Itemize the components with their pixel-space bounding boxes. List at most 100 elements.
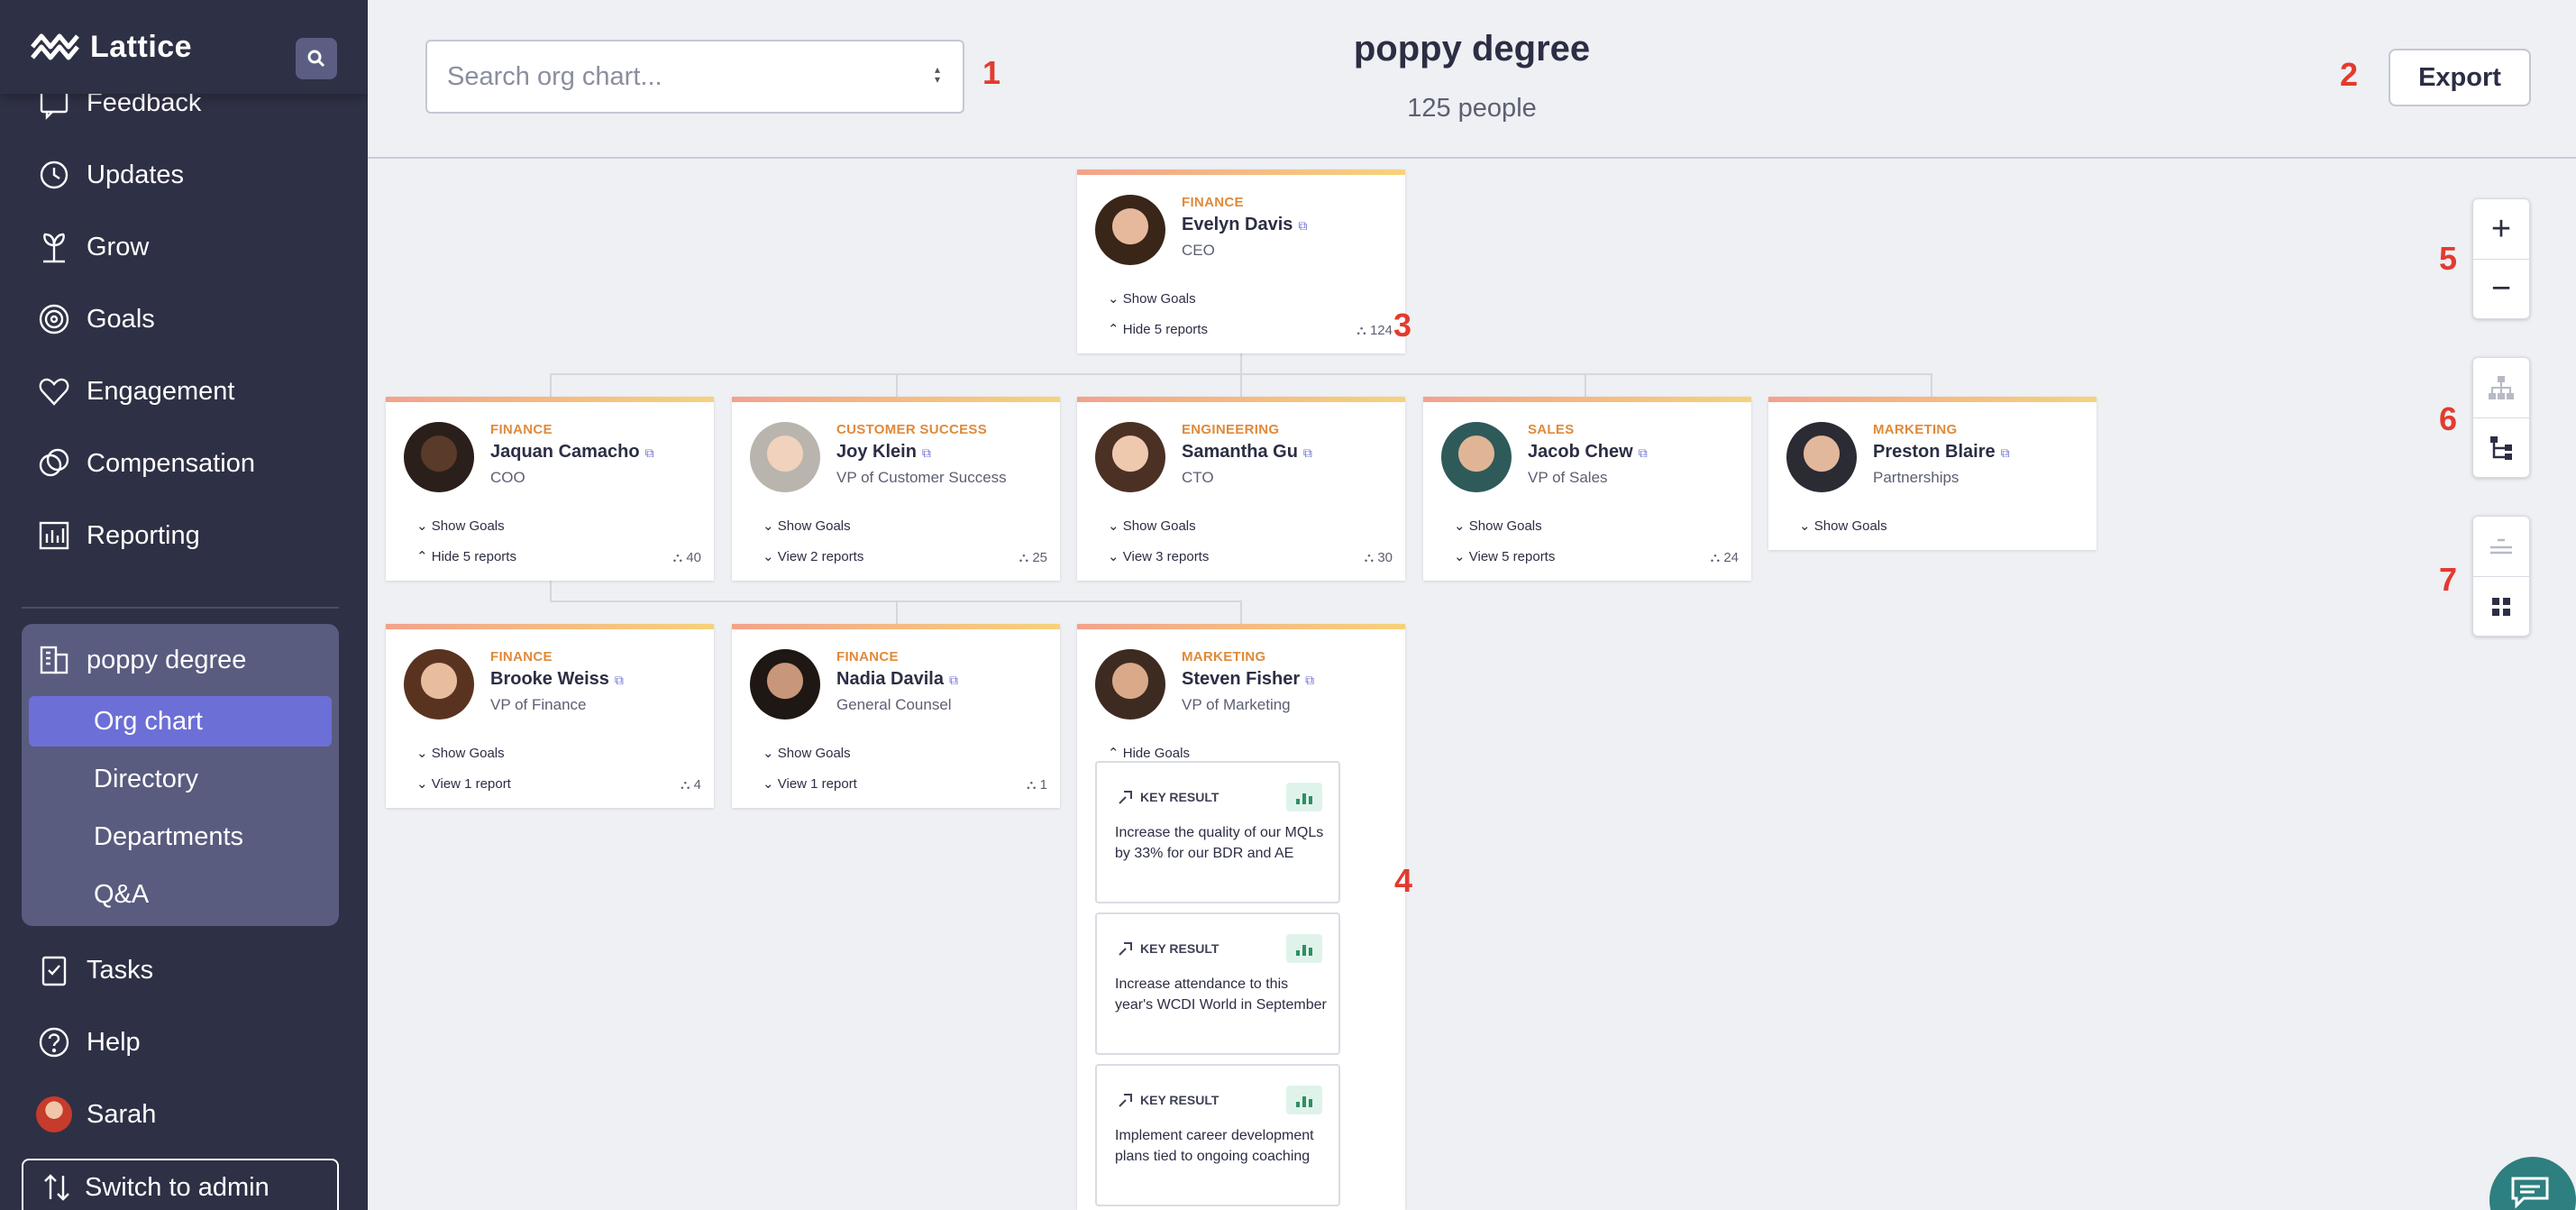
key-result-card[interactable]: KEY RESULT Implement career development …: [1095, 1064, 1340, 1206]
external-link-icon: ⧉: [614, 673, 624, 687]
reports-toggle[interactable]: ⌄ View 3 reports: [1108, 548, 1209, 564]
external-link-icon: ⧉: [1302, 445, 1312, 460]
person-card-jaquan-camacho[interactable]: FINANCE Jaquan Camacho ⧉ COO ⌄ Show Goals…: [386, 397, 714, 581]
show-goals-toggle[interactable]: ⌄ Show Goals: [1108, 290, 1196, 307]
sidebar-item-departments[interactable]: Departments: [29, 811, 332, 862]
sidebar-search-button[interactable]: [296, 38, 337, 79]
external-link-icon: ⧉: [1638, 445, 1648, 460]
lattice-logo-icon: [31, 33, 79, 60]
person-name[interactable]: Nadia Davila ⧉: [836, 669, 958, 690]
org-icon: ⛬: [680, 777, 690, 793]
reports-toggle[interactable]: ⌄ View 1 report: [763, 775, 857, 792]
page-header: Search org chart... 1 poppy degree 125 p…: [368, 0, 2576, 159]
report-count-value: 30: [1377, 550, 1393, 565]
sidebar-item-updates[interactable]: Updates: [36, 150, 184, 200]
sidebar-group-label: poppy degree: [87, 645, 247, 674]
person-name[interactable]: Jacob Chew ⧉: [1528, 442, 1648, 463]
department-label: CUSTOMER SUCCESS: [836, 422, 988, 437]
key-result-card[interactable]: KEY RESULT Increase attendance to this y…: [1095, 912, 1340, 1055]
person-name[interactable]: Brooke Weiss ⧉: [490, 669, 624, 690]
tree-layout-button[interactable]: [2473, 358, 2529, 417]
sidebar-item-reporting[interactable]: Reporting: [36, 510, 200, 561]
person-name[interactable]: Samantha Gu ⧉: [1182, 442, 1312, 463]
department-label: FINANCE: [490, 422, 553, 437]
list-layout-button[interactable]: [2473, 417, 2529, 477]
hide-goals-toggle[interactable]: ⌃ Hide Goals: [1108, 745, 1190, 761]
report-count-value: 4: [693, 777, 701, 793]
reports-toggle[interactable]: ⌄ View 1 report: [416, 775, 511, 792]
avatar: [1095, 195, 1165, 265]
chat-icon: [2511, 1177, 2549, 1209]
external-link-icon: ⧉: [2000, 445, 2010, 460]
person-role: VP of Marketing: [1182, 696, 1291, 713]
report-count-value: 124: [1369, 323, 1393, 338]
switch-arrows-icon: [44, 1174, 69, 1201]
person-name[interactable]: Steven Fisher ⧉: [1182, 669, 1314, 690]
key-result-card[interactable]: KEY RESULT Increase the quality of our M…: [1095, 761, 1340, 903]
sidebar-divider: [22, 607, 339, 609]
person-card-jacob-chew[interactable]: SALES Jacob Chew ⧉ VP of Sales ⌄ Show Goa…: [1423, 397, 1751, 581]
compact-view-button[interactable]: [2473, 517, 2529, 576]
reports-toggle[interactable]: ⌃ Hide 5 reports: [1108, 321, 1208, 337]
show-goals-toggle[interactable]: ⌄ Show Goals: [1454, 518, 1542, 534]
key-result-icon: [1119, 791, 1132, 804]
sidebar-item-tasks[interactable]: Tasks: [36, 945, 153, 995]
person-card-evelyn-davis[interactable]: FINANCE Evelyn Davis ⧉ CEO ⌄ Show Goals ⌃…: [1077, 170, 1405, 353]
show-goals-toggle[interactable]: ⌄ Show Goals: [763, 745, 851, 761]
sidebar-group-header[interactable]: poppy degree: [36, 637, 246, 683]
sidebar-item-engagement[interactable]: Engagement: [36, 366, 234, 417]
tasks-icon: [41, 956, 67, 986]
person-name[interactable]: Preston Blaire ⧉: [1873, 442, 2010, 463]
show-goals-toggle[interactable]: ⌄ Show Goals: [763, 518, 851, 534]
goals-toggle-label: Show Goals: [431, 518, 505, 534]
updates-icon: [40, 160, 69, 189]
goals-toggle-label: Show Goals: [1122, 518, 1196, 534]
person-name[interactable]: Evelyn Davis ⧉: [1182, 215, 1307, 235]
sidebar-item-directory[interactable]: Directory: [29, 754, 332, 804]
align-icon: [2490, 538, 2512, 555]
person-card-preston-blaire[interactable]: MARKETING Preston Blaire ⧉ Partnerships ⌄…: [1768, 397, 2096, 550]
department-label: MARKETING: [1873, 422, 1958, 437]
person-role: Partnerships: [1873, 469, 1959, 486]
sidebar-item-grow[interactable]: Grow: [36, 222, 149, 272]
connector: [1931, 373, 1932, 397]
reports-toggle[interactable]: ⌄ View 2 reports: [763, 548, 863, 564]
person-card-samantha-gu[interactable]: ENGINEERING Samantha Gu ⧉ CTO ⌄ Show Goal…: [1077, 397, 1405, 581]
sidebar-item-profile[interactable]: Sarah: [36, 1089, 156, 1140]
person-card-nadia-davila[interactable]: FINANCE Nadia Davila ⧉ General Counsel ⌄ …: [732, 624, 1060, 808]
sidebar-item-goals[interactable]: Goals: [36, 294, 155, 344]
sidebar-item-help[interactable]: Help: [36, 1017, 141, 1068]
grid-view-button[interactable]: [2473, 576, 2529, 636]
reports-toggle-label: View 5 reports: [1468, 549, 1556, 564]
reports-toggle[interactable]: ⌃ Hide 5 reports: [416, 548, 516, 564]
report-count: ⛬ 30: [1365, 550, 1393, 565]
show-goals-toggle[interactable]: ⌄ Show Goals: [1108, 518, 1196, 534]
select-arrows-icon: ▴ ▾: [935, 63, 941, 86]
person-name[interactable]: Jaquan Camacho ⧉: [490, 442, 654, 463]
person-name[interactable]: Joy Klein ⧉: [836, 442, 931, 463]
engagement-icon: [39, 378, 69, 406]
person-card-joy-klein[interactable]: CUSTOMER SUCCESS Joy Klein ⧉ VP of Custom…: [732, 397, 1060, 581]
switch-to-admin-button[interactable]: Switch to admin: [22, 1159, 339, 1210]
goals-toggle-label: Show Goals: [777, 518, 851, 534]
annotation-marker: 3: [1393, 307, 1412, 344]
zoom-in-button[interactable]: +: [2473, 199, 2529, 259]
key-result-label-text: KEY RESULT: [1140, 1093, 1219, 1107]
export-button[interactable]: Export: [2389, 49, 2531, 106]
sidebar-item-qa[interactable]: Q&A: [29, 869, 332, 920]
key-result-label: KEY RESULT: [1117, 788, 1219, 806]
show-goals-toggle[interactable]: ⌄ Show Goals: [1799, 518, 1887, 534]
help-icon: [39, 1027, 69, 1058]
show-goals-toggle[interactable]: ⌄ Show Goals: [416, 745, 505, 761]
sidebar-item-compensation[interactable]: Compensation: [36, 438, 255, 489]
zoom-out-button[interactable]: −: [2473, 259, 2529, 318]
chat-button[interactable]: [2489, 1157, 2576, 1210]
reports-toggle[interactable]: ⌄ View 5 reports: [1454, 548, 1555, 564]
show-goals-toggle[interactable]: ⌄ Show Goals: [416, 518, 505, 534]
reports-toggle-label: View 2 reports: [777, 549, 864, 564]
connector: [1240, 353, 1242, 373]
sidebar-item-org-chart[interactable]: Org chart: [29, 696, 332, 747]
person-card-brooke-weiss[interactable]: FINANCE Brooke Weiss ⧉ VP of Finance ⌄ Sh…: [386, 624, 714, 808]
connector: [550, 581, 552, 602]
department-label: FINANCE: [490, 649, 553, 665]
